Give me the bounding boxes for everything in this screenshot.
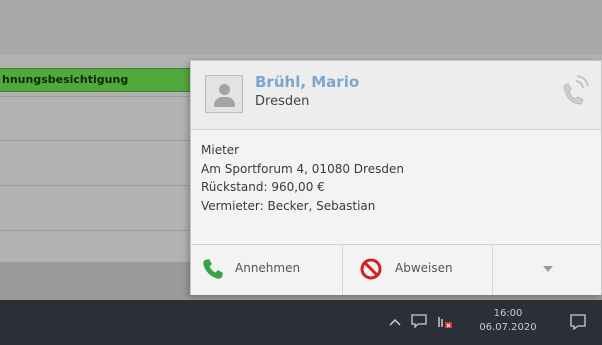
phone-icon xyxy=(203,259,223,279)
accept-call-button[interactable]: Annehmen xyxy=(191,245,343,295)
taskbar: 16:00 06.07.2020 xyxy=(0,300,602,345)
calendar-appointment[interactable]: hnungsbesichtigung xyxy=(0,68,198,92)
calendar-grid-line xyxy=(0,96,200,97)
caller-details: Mieter Am Sportforum 4, 01080 Dresden Rü… xyxy=(201,141,591,215)
caller-city: Dresden xyxy=(255,94,310,109)
chat-icon[interactable] xyxy=(410,313,428,329)
clock-date[interactable]: 06.07.2020 xyxy=(468,322,548,333)
popup-header: Brühl, Mario Dresden xyxy=(191,61,601,130)
chevron-up-icon[interactable] xyxy=(388,317,402,327)
reject-call-button[interactable]: Abweisen xyxy=(343,245,493,295)
accept-call-label: Annehmen xyxy=(235,261,301,275)
incoming-call-popup: Brühl, Mario Dresden Mieter Am Sportforu… xyxy=(190,60,602,295)
detail-arrears: Rückstand: 960,00 € xyxy=(201,180,325,194)
chevron-down-icon xyxy=(543,266,553,272)
popup-action-bar: Annehmen Abweisen xyxy=(191,244,601,295)
detail-landlord: Vermieter: Becker, Sebastian xyxy=(201,198,376,213)
clock-time[interactable]: 16:00 xyxy=(468,308,548,319)
calendar-grid-line xyxy=(0,140,200,141)
detail-address: Am Sportforum 4, 01080 Dresden xyxy=(201,161,404,176)
notification-center-icon[interactable] xyxy=(568,312,588,332)
prohibited-icon xyxy=(360,258,382,280)
phone-ringing-icon xyxy=(563,75,589,105)
detail-role: Mieter xyxy=(201,143,240,157)
caller-name[interactable]: Brühl, Mario xyxy=(255,73,359,91)
desktop-screen: hnungsbesichtigung Brühl, Mario Dresden … xyxy=(0,0,602,345)
calendar-grid-line xyxy=(0,185,200,186)
calendar-grid-line xyxy=(0,230,200,231)
more-options-button[interactable] xyxy=(493,245,602,295)
network-icon[interactable] xyxy=(436,313,454,331)
reject-call-label: Abweisen xyxy=(395,261,453,275)
user-placeholder-icon xyxy=(205,75,243,113)
appointment-title: hnungsbesichtigung xyxy=(2,73,129,86)
